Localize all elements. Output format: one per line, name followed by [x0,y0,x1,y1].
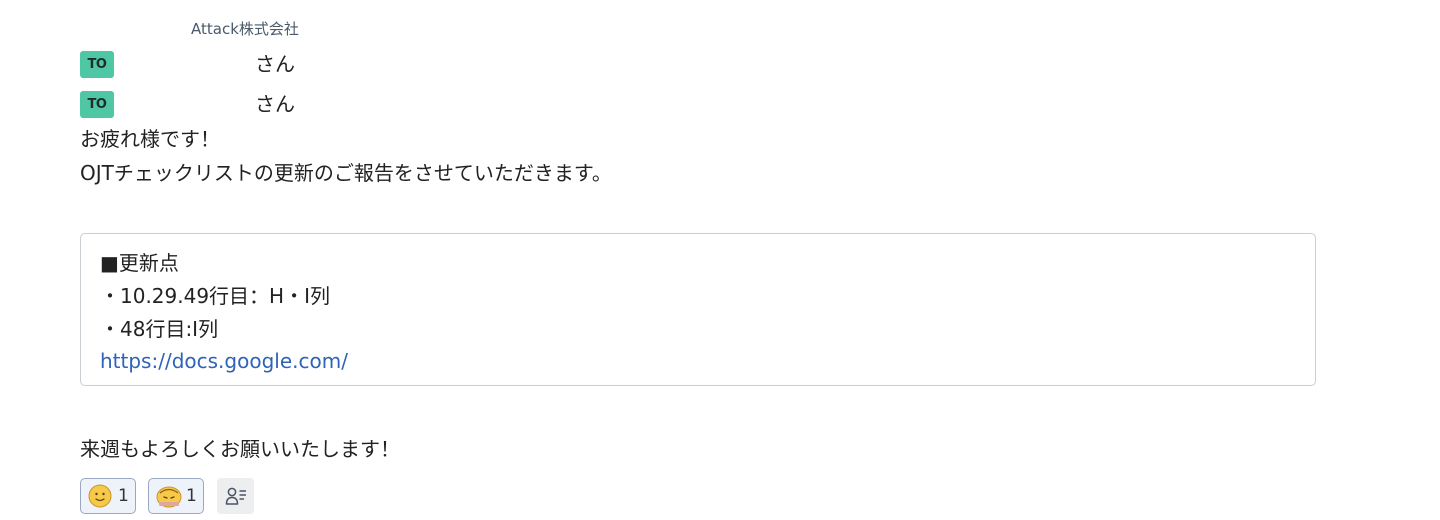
reaction-count: 1 [186,486,197,506]
reaction-count: 1 [118,486,129,506]
quote-line: ・48行目:I列 [100,317,219,341]
bowing-face-icon [156,486,182,508]
quote-block: ■更新点 ・10.29.49行目：H・I列 ・48行目:I列 https://d… [80,233,1316,386]
to-recipient-name: さん [255,92,295,116]
message-closing: 来週もよろしくお願いいたします！ [80,437,400,461]
message-text-line: お疲れ様です！ [80,127,220,151]
quote-heading: ■更新点 [100,251,179,275]
to-mention-row: TO さん [80,90,480,118]
reaction-smile[interactable]: 1 [80,478,136,514]
quote-line: ・10.29.49行目：H・I列 [100,284,330,308]
to-recipient-name: さん [255,52,295,76]
to-badge[interactable]: TO [80,91,114,118]
to-mention-row: TO さん [80,50,480,78]
reaction-users-button[interactable] [217,478,254,514]
reaction-bow[interactable]: 1 [148,478,204,514]
reaction-users-icon [225,487,246,505]
docs-link[interactable]: https://docs.google.com/ [100,347,348,375]
message-text-line: OJTチェックリストの更新のご報告をさせていただきます。 [80,161,612,185]
sender-company: Attack株式会社 [191,20,299,38]
smile-face-icon [88,484,112,508]
to-badge[interactable]: TO [80,51,114,78]
reaction-bar: 1 1 [80,478,480,514]
chat-message: Attack株式会社 TO さん TO さん お疲れ様です！ OJTチェックリス… [0,0,1440,520]
